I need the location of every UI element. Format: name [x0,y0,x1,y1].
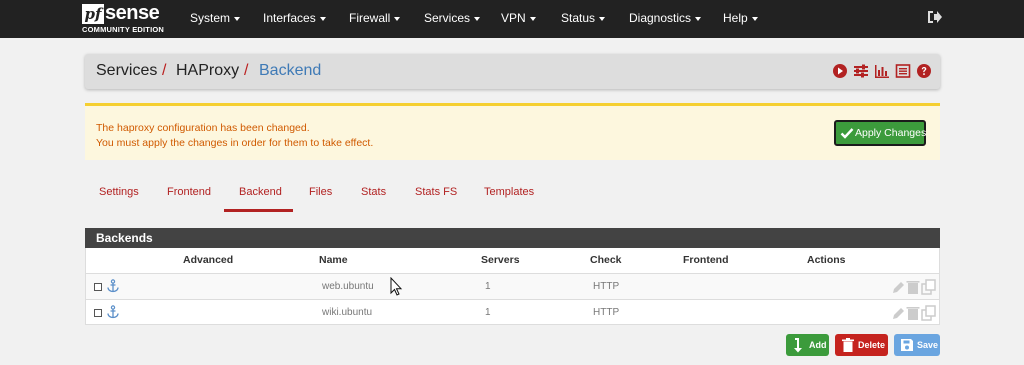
sign-out-icon[interactable] [926,9,942,25]
caret-down-icon [234,16,241,21]
nav-diagnostics-menu[interactable]: Diagnostics [629,0,702,38]
save-button[interactable]: Save [894,334,940,356]
question-circle-icon[interactable] [916,63,932,79]
delete-button[interactable]: Delete [835,334,888,356]
backends-panel-title: Backends [85,228,940,248]
breadcrumb-services[interactable]: Services [96,62,157,80]
trash-icon [842,338,854,352]
breadcrumb: Services / HAProxy / Backend [85,54,940,89]
pencil-icon[interactable] [893,282,904,293]
nav-firewall-menu[interactable]: Firewall [349,0,401,38]
logo-edition: COMMUNITY EDITION [82,25,165,34]
backend-name: web.ubuntu [322,281,374,292]
active-tab-indicator [224,209,293,212]
bar-chart-icon[interactable] [874,63,890,79]
tab-frontend[interactable]: Frontend [167,186,211,198]
list-icon[interactable] [895,63,911,79]
tab-files[interactable]: Files [309,186,332,198]
nav-label: Status [561,11,596,25]
apply-changes-label: Apply Changes [855,127,927,139]
check-icon [840,128,854,139]
nav-interfaces-menu[interactable]: Interfaces [263,0,326,38]
alert-message-line1: The haproxy configuration has been chang… [96,122,310,134]
column-header-actions: Actions [807,254,846,266]
breadcrumb-separator: / [162,62,167,79]
nav-label: Help [723,11,748,25]
tab-stats-fs[interactable]: Stats FS [415,186,457,198]
anchor-icon[interactable] [106,305,120,319]
tab-backend[interactable]: Backend [239,186,282,198]
nav-help-menu[interactable]: Help [723,0,758,38]
row-actions [893,279,936,295]
mouse-cursor [390,277,403,296]
backend-servers: 1 [485,307,491,318]
logo-pf-mark: pf [82,4,104,24]
delete-label: Delete [858,340,886,350]
breadcrumb-haproxy[interactable]: HAProxy [176,62,239,80]
clone-icon[interactable] [921,279,936,295]
column-header-check: Check [590,254,622,266]
backend-servers: 1 [485,281,491,292]
backend-check: HTTP [593,307,620,318]
caret-down-icon [695,16,702,21]
row-actions [893,305,936,321]
nav-label: VPN [501,11,526,25]
floppy-disk-icon [901,339,913,351]
pfsense-logo[interactable]: pf sense COMMUNITY EDITION [82,2,172,36]
tab-stats[interactable]: Stats [361,186,386,198]
config-changed-alert: The haproxy configuration has been chang… [85,103,940,160]
clone-icon[interactable] [921,305,936,321]
backend-check: HTTP [593,281,620,292]
breadcrumb-icon-bar [832,63,932,79]
breadcrumb-backend: Backend [259,62,322,79]
nav-label: Diagnostics [629,11,692,25]
nav-system-menu[interactable]: System [190,0,241,38]
breadcrumb-separator: / [244,62,249,79]
play-circle-icon[interactable] [832,63,848,79]
caret-down-icon [394,16,401,21]
column-header-servers: Servers [481,254,520,266]
pencil-icon[interactable] [893,308,904,319]
caret-down-icon [474,16,481,21]
caret-down-icon [319,16,326,21]
alert-message-line2: You must apply the changes in order for … [96,137,374,149]
column-header-name: Name [319,254,348,266]
nav-label: Services [424,11,471,25]
trash-icon[interactable] [906,307,920,320]
backends-table: Advanced Name Servers Check Frontend Act… [85,248,940,325]
tab-templates[interactable]: Templates [484,186,534,198]
nav-vpn-menu[interactable]: VPN [501,0,536,38]
table-row: wiki.ubuntu 1 HTTP [86,299,939,325]
add-label: Add [809,340,827,350]
nav-services-menu[interactable]: Services [424,0,481,38]
tab-settings[interactable]: Settings [99,186,139,198]
caret-down-icon [599,16,606,21]
add-button[interactable]: Add [786,334,829,356]
logo-wordmark: sense [105,2,160,24]
table-row: web.ubuntu 1 HTTP [86,273,939,299]
save-label: Save [917,340,939,350]
backend-name: wiki.ubuntu [322,307,373,318]
nav-label: System [190,11,231,25]
row-select-checkbox[interactable] [94,283,102,291]
level-down-icon [794,338,802,353]
anchor-icon[interactable] [106,279,120,293]
caret-down-icon [751,16,758,21]
top-navbar: pf sense COMMUNITY EDITION System Interf… [0,0,1024,38]
row-select-checkbox[interactable] [94,309,102,317]
sliders-icon[interactable] [853,63,869,79]
nav-status-menu[interactable]: Status [561,0,606,38]
column-header-frontend: Frontend [683,254,729,266]
column-header-advanced: Advanced [183,254,234,266]
caret-down-icon [529,16,536,21]
apply-changes-button[interactable]: Apply Changes [834,120,926,146]
nav-label: Firewall [349,11,391,25]
nav-label: Interfaces [263,11,316,25]
trash-icon[interactable] [906,281,920,294]
